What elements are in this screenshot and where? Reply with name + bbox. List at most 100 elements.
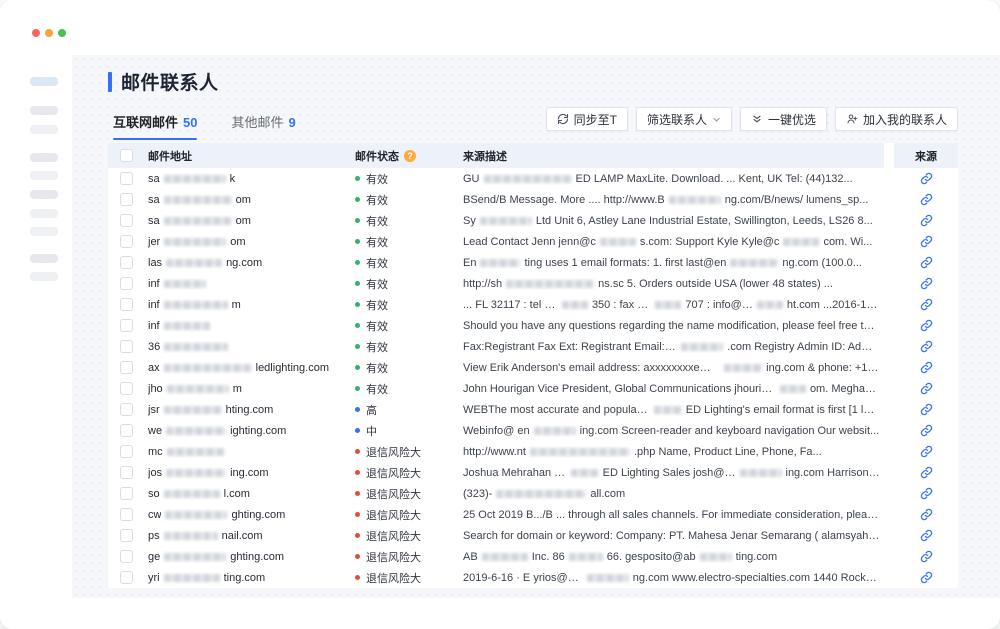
row-checkbox[interactable]: [120, 382, 133, 395]
help-icon[interactable]: ?: [404, 150, 416, 162]
row-checkbox[interactable]: [120, 277, 133, 290]
row-checkbox[interactable]: [120, 487, 133, 500]
link-icon[interactable]: [920, 172, 933, 185]
link-icon[interactable]: [920, 298, 933, 311]
link-icon[interactable]: [920, 466, 933, 479]
text-segment: jer: [148, 236, 160, 248]
row-checkbox[interactable]: [120, 403, 133, 416]
row-checkbox[interactable]: [120, 193, 133, 206]
status-dot: [355, 260, 360, 265]
table-row: saom 有效 SyLtd Unit 6, Astley Lane Indust…: [108, 210, 958, 231]
text-segment: ng.com/B/news/ lumens_sp...: [725, 194, 869, 206]
status-dot: [355, 197, 360, 202]
row-checkbox[interactable]: [120, 445, 133, 458]
filter-contacts-button[interactable]: 筛选联系人: [636, 107, 732, 131]
redacted-text: [164, 175, 226, 183]
status-label: 有效: [366, 171, 388, 187]
status-dot: [355, 533, 360, 538]
row-checkbox[interactable]: [120, 172, 133, 185]
sidebar-skeleton-item: [30, 171, 58, 180]
desc-cell: http://www.nt.php Name, Product Line, Ph…: [463, 446, 884, 458]
desc-cell: GUED LAMP MaxLite. Download. ... Kent, U…: [463, 173, 884, 185]
status-dot: [355, 176, 360, 181]
row-checkbox[interactable]: [120, 529, 133, 542]
redacted-text: [164, 574, 220, 582]
redacted-text: [166, 469, 226, 477]
redacted-text: [164, 217, 232, 225]
tab-label: 其他邮件: [231, 115, 283, 130]
row-checkbox[interactable]: [120, 235, 133, 248]
link-icon[interactable]: [920, 319, 933, 332]
row-checkbox[interactable]: [120, 298, 133, 311]
link-icon[interactable]: [920, 424, 933, 437]
add-to-contacts-button[interactable]: 加入我的联系人: [835, 107, 958, 131]
status-label: 有效: [366, 255, 388, 271]
link-icon[interactable]: [920, 382, 933, 395]
status-cell: 退信风险大: [355, 549, 463, 565]
table-row: geghting.com 退信风险大 ABInc. 8666. gesposit…: [108, 546, 958, 567]
status-dot: [355, 386, 360, 391]
tab-other-mail[interactable]: 其他邮件9: [231, 112, 295, 140]
link-icon[interactable]: [920, 214, 933, 227]
link-icon[interactable]: [920, 235, 933, 248]
desc-cell: SyLtd Unit 6, Astley Lane Industrial Est…: [463, 215, 884, 227]
email-cell: sak: [148, 173, 355, 185]
text-segment: ing.com & phone: +1-...: [766, 362, 880, 374]
row-checkbox[interactable]: [120, 256, 133, 269]
optimize-button-label: 一键优选: [768, 111, 816, 128]
status-cell: 有效: [355, 318, 463, 334]
filter-button-label: 筛选联系人: [647, 111, 707, 128]
link-icon[interactable]: [920, 193, 933, 206]
table-row: weighting.com 中 Webinfo@ ening.com Scree…: [108, 420, 958, 441]
link-icon[interactable]: [920, 361, 933, 374]
text-segment: sa: [148, 194, 160, 206]
window-zoom-button[interactable]: [58, 29, 66, 37]
header-email: 邮件地址: [148, 143, 355, 168]
link-icon[interactable]: [920, 277, 933, 290]
link-icon[interactable]: [920, 529, 933, 542]
window-minimize-button[interactable]: [45, 29, 53, 37]
row-checkbox[interactable]: [120, 319, 133, 332]
table-row: jerom 有效 Lead Contact Jenn jenn@cs.com: …: [108, 231, 958, 252]
text-segment: http://sh: [463, 278, 502, 290]
tab-internet-mail[interactable]: 互联网邮件50: [113, 112, 197, 140]
text-segment: nail.com: [222, 530, 263, 542]
sync-button[interactable]: 同步至T: [546, 107, 628, 131]
redacted-text: [724, 364, 762, 372]
row-checkbox[interactable]: [120, 340, 133, 353]
desc-cell: http://shns.sc 5. Orders outside USA (lo…: [463, 278, 884, 290]
text-segment: om: [236, 215, 251, 227]
row-checkbox[interactable]: [120, 508, 133, 521]
status-cell: 退信风险大: [355, 486, 463, 502]
link-icon[interactable]: [920, 571, 933, 584]
redacted-text: [562, 301, 588, 309]
row-checkbox[interactable]: [120, 466, 133, 479]
email-cell: saom: [148, 215, 355, 227]
text-segment: ... FL 32117 : tel 1.9: [463, 299, 558, 311]
status-cell: 退信风险大: [355, 507, 463, 523]
link-icon[interactable]: [920, 340, 933, 353]
row-checkbox[interactable]: [120, 571, 133, 584]
contacts-table: 邮件地址 邮件状态? 来源描述 来源 sak 有效 GUED LAMP MaxL…: [108, 143, 958, 588]
row-checkbox[interactable]: [120, 361, 133, 374]
link-icon[interactable]: [920, 403, 933, 416]
text-segment: ting.com: [224, 572, 266, 584]
email-cell: jsrhting.com: [148, 404, 355, 416]
select-all-checkbox[interactable]: [120, 149, 133, 162]
status-label: 有效: [366, 339, 388, 355]
status-dot: [355, 449, 360, 454]
link-icon[interactable]: [920, 487, 933, 500]
window-close-button[interactable]: [32, 29, 40, 37]
link-icon[interactable]: [920, 445, 933, 458]
link-icon[interactable]: [920, 550, 933, 563]
link-icon[interactable]: [920, 508, 933, 521]
row-checkbox[interactable]: [120, 214, 133, 227]
table-row: axledlighting.com 有效 View Erik Anderson'…: [108, 357, 958, 378]
one-click-optimize-button[interactable]: 一键优选: [740, 107, 827, 131]
text-segment: .com Registry Admin ID: Admi...: [727, 341, 880, 353]
link-icon[interactable]: [920, 256, 933, 269]
text-segment: Sy: [463, 215, 476, 227]
row-checkbox[interactable]: [120, 424, 133, 437]
status-cell: 退信风险大: [355, 465, 463, 481]
row-checkbox[interactable]: [120, 550, 133, 563]
